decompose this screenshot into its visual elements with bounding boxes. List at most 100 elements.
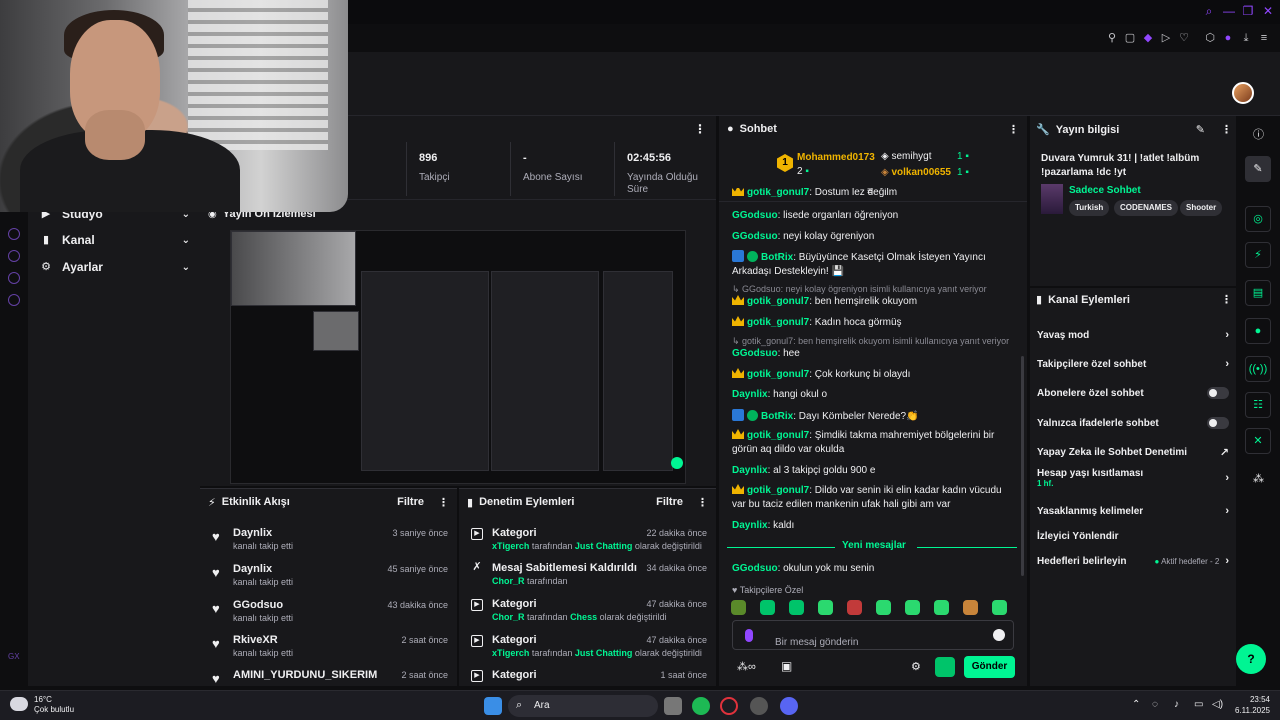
gear-icon[interactable]: ⚙	[911, 660, 921, 673]
heart-icon[interactable]: ♡	[1177, 31, 1191, 45]
stream-preview[interactable]	[230, 230, 686, 484]
tag[interactable]: Turkish	[1069, 200, 1110, 216]
chat-message[interactable]: BotRix: Dayı Kömbeler Nerede?👏	[732, 409, 1014, 424]
filter-button[interactable]: Filtre	[397, 496, 424, 508]
list-item[interactable]: ▶ Kategori xTigerch tarafından Just Chat…	[469, 525, 709, 559]
discord-icon[interactable]	[780, 697, 798, 715]
rail-circle-icon[interactable]	[8, 250, 20, 262]
chat-message[interactable]: gotik_gonul7: Şimdiki takma mahremiyet b…	[732, 429, 1014, 457]
scrollbar[interactable]	[1021, 356, 1024, 576]
search-icon[interactable]: ⌕	[1202, 4, 1216, 18]
points-icon[interactable]: ⁂∞	[737, 660, 756, 673]
chat-message[interactable]: BotRix: Büyüyünce Kasetçi Olmak İsteyen …	[732, 250, 1014, 279]
search-input[interactable]: ⌕ Ara	[508, 695, 658, 717]
chat-message[interactable]: gotik_gonul7: Dostum lez değilm	[732, 188, 1014, 200]
emote[interactable]	[963, 600, 978, 615]
mic-icon[interactable]: ♪	[1174, 699, 1179, 710]
list-item[interactable]: ✗ Mesaj Sabitlemesi Kaldırıldı Chor_R ta…	[469, 560, 709, 594]
category-link[interactable]: Sadece Sohbet	[1069, 185, 1141, 196]
list-item[interactable]: ♥ GGodsuo kanalı takip etti 43 dakika ön…	[210, 597, 450, 631]
chat-message[interactable]: gotik_gonul7: ben hemşirelik okuyom	[732, 295, 1014, 309]
send-button[interactable]: Gönder	[964, 656, 1015, 678]
list-item[interactable]: ▶ Kategori xTigerch tarafından Just Chat…	[469, 632, 709, 666]
minimize-icon[interactable]: —	[1222, 4, 1236, 18]
toggle[interactable]	[1207, 387, 1229, 399]
emote[interactable]	[847, 600, 862, 615]
download-icon[interactable]: ⤓	[1239, 31, 1253, 45]
help-button[interactable]: ?	[1236, 644, 1266, 674]
action-goals[interactable]: Hedefleri belirleyin ● Aktif hedefler - …	[1037, 551, 1229, 571]
chat-message[interactable]: gotik_gonul7: Dildo var senin iki elin k…	[732, 484, 1014, 512]
chat-message[interactable]: GGodsuo: hee	[732, 347, 1014, 361]
more-icon[interactable]: ⋮	[694, 122, 706, 136]
leader-user[interactable]: ◈ semihygt	[881, 151, 932, 162]
action-account-age[interactable]: Hesap yaşı kısıtlaması 1 hf. ›	[1037, 468, 1229, 494]
sidebar-item-channel[interactable]: ▮ Kanal ⌄	[40, 230, 190, 250]
action-ai-moderation[interactable]: Yapay Zeka ile Sohbet Denetimi ↗	[1037, 442, 1229, 462]
emote[interactable]	[992, 600, 1007, 615]
app-icon[interactable]	[750, 697, 768, 715]
more-icon[interactable]: ⋮	[1008, 123, 1019, 136]
emote[interactable]	[934, 600, 949, 615]
action-subscribers-only[interactable]: Abonelere özel sohbet	[1037, 383, 1229, 403]
extensions-icon[interactable]: ⬡	[1203, 31, 1217, 45]
more-icon[interactable]: ⋮	[1221, 293, 1232, 306]
shield-icon[interactable]: ◆	[1141, 31, 1155, 45]
emoji-icon[interactable]	[993, 629, 1005, 641]
emote[interactable]	[760, 600, 775, 615]
emote[interactable]	[876, 600, 891, 615]
spotify-icon[interactable]	[692, 697, 710, 715]
broadcast-icon[interactable]: ((•))	[1245, 356, 1271, 382]
emote[interactable]	[789, 600, 804, 615]
emote[interactable]	[905, 600, 920, 615]
list-item[interactable]: ▶ Kategori Chor_R tarafından Chess olara…	[469, 596, 709, 630]
tray-icon[interactable]: ◌	[1152, 699, 1158, 710]
maximize-icon[interactable]: ❐	[1241, 4, 1255, 18]
snapshot-icon[interactable]: ▢	[1123, 31, 1137, 45]
layout-icon[interactable]: ☷	[1245, 392, 1271, 418]
chat-message[interactable]: Daynlix: al 3 takipçi goldu 900 e	[732, 464, 1014, 478]
menu-icon[interactable]: ≡	[1257, 31, 1271, 45]
action-raid[interactable]: İzleyici Yönlendir	[1037, 526, 1229, 546]
action-emotes-only[interactable]: Yalnızca ifadelerle sohbet	[1037, 413, 1229, 433]
more-icon[interactable]: ⋮	[1221, 123, 1232, 136]
bot-icon[interactable]	[935, 657, 955, 677]
emote[interactable]	[818, 600, 833, 615]
rail-circle-icon[interactable]	[8, 228, 20, 240]
chat-input[interactable]: Bir mesaj gönderin	[732, 620, 1014, 650]
list-item[interactable]: ♥ Daynlix kanalı takip etti 45 saniye ön…	[210, 561, 450, 595]
taskview-icon[interactable]	[664, 697, 682, 715]
profile-icon[interactable]: ●	[1221, 31, 1235, 45]
chat-message[interactable]: Daynlix: kaldı	[732, 519, 1014, 533]
list-item[interactable]: ♥ RkiveXR kanalı takip etti 2 saat önce	[210, 632, 450, 666]
chat-message[interactable]: gotik_gonul7: Kadın hoca görmüş	[732, 316, 1014, 330]
chat-message[interactable]: gotik_gonul7: Çok korkunç bi olaydı	[732, 368, 1014, 382]
start-icon[interactable]	[484, 697, 502, 715]
sidebar-item-settings[interactable]: ⚙ Ayarlar ⌄	[40, 257, 190, 277]
pin-icon[interactable]: ⚲	[1105, 31, 1119, 45]
tray-chevron-icon[interactable]: ⌃	[1132, 699, 1140, 710]
edit-icon[interactable]: ✎	[1245, 156, 1271, 182]
category-thumbnail[interactable]	[1041, 184, 1063, 214]
store-icon[interactable]: ▣	[781, 659, 792, 673]
filter-button[interactable]: Filtre	[656, 496, 683, 508]
tag[interactable]: CODENAMES	[1114, 200, 1179, 216]
network-icon[interactable]: ▭	[1194, 699, 1203, 710]
volume-icon[interactable]: ◁)	[1212, 699, 1223, 710]
close-icon[interactable]: ✕	[1261, 4, 1275, 18]
edit-icon[interactable]: ✎	[1196, 123, 1205, 136]
emote[interactable]	[731, 600, 746, 615]
bolt-icon[interactable]: ⚡	[1245, 242, 1271, 268]
leader-user[interactable]: ◈ volkan00655	[881, 167, 951, 178]
opera-gx-icon[interactable]	[720, 697, 738, 715]
action-slow-mode[interactable]: Yavaş mod ›	[1037, 325, 1229, 345]
list-item[interactable]: ♥ Daynlix kanalı takip etti 3 saniye önc…	[210, 525, 450, 559]
chat-icon[interactable]: ●	[1245, 318, 1271, 344]
notes-icon[interactable]: ▤	[1245, 280, 1271, 306]
action-followers-only[interactable]: Takipçilere özel sohbet ›	[1037, 354, 1229, 374]
toggle[interactable]	[1207, 417, 1229, 429]
avatar[interactable]	[1232, 82, 1254, 104]
info-icon[interactable]: ⓘ	[1253, 126, 1264, 142]
wrench-icon[interactable]: ✕	[1245, 428, 1271, 454]
rail-circle-icon[interactable]	[8, 272, 20, 284]
